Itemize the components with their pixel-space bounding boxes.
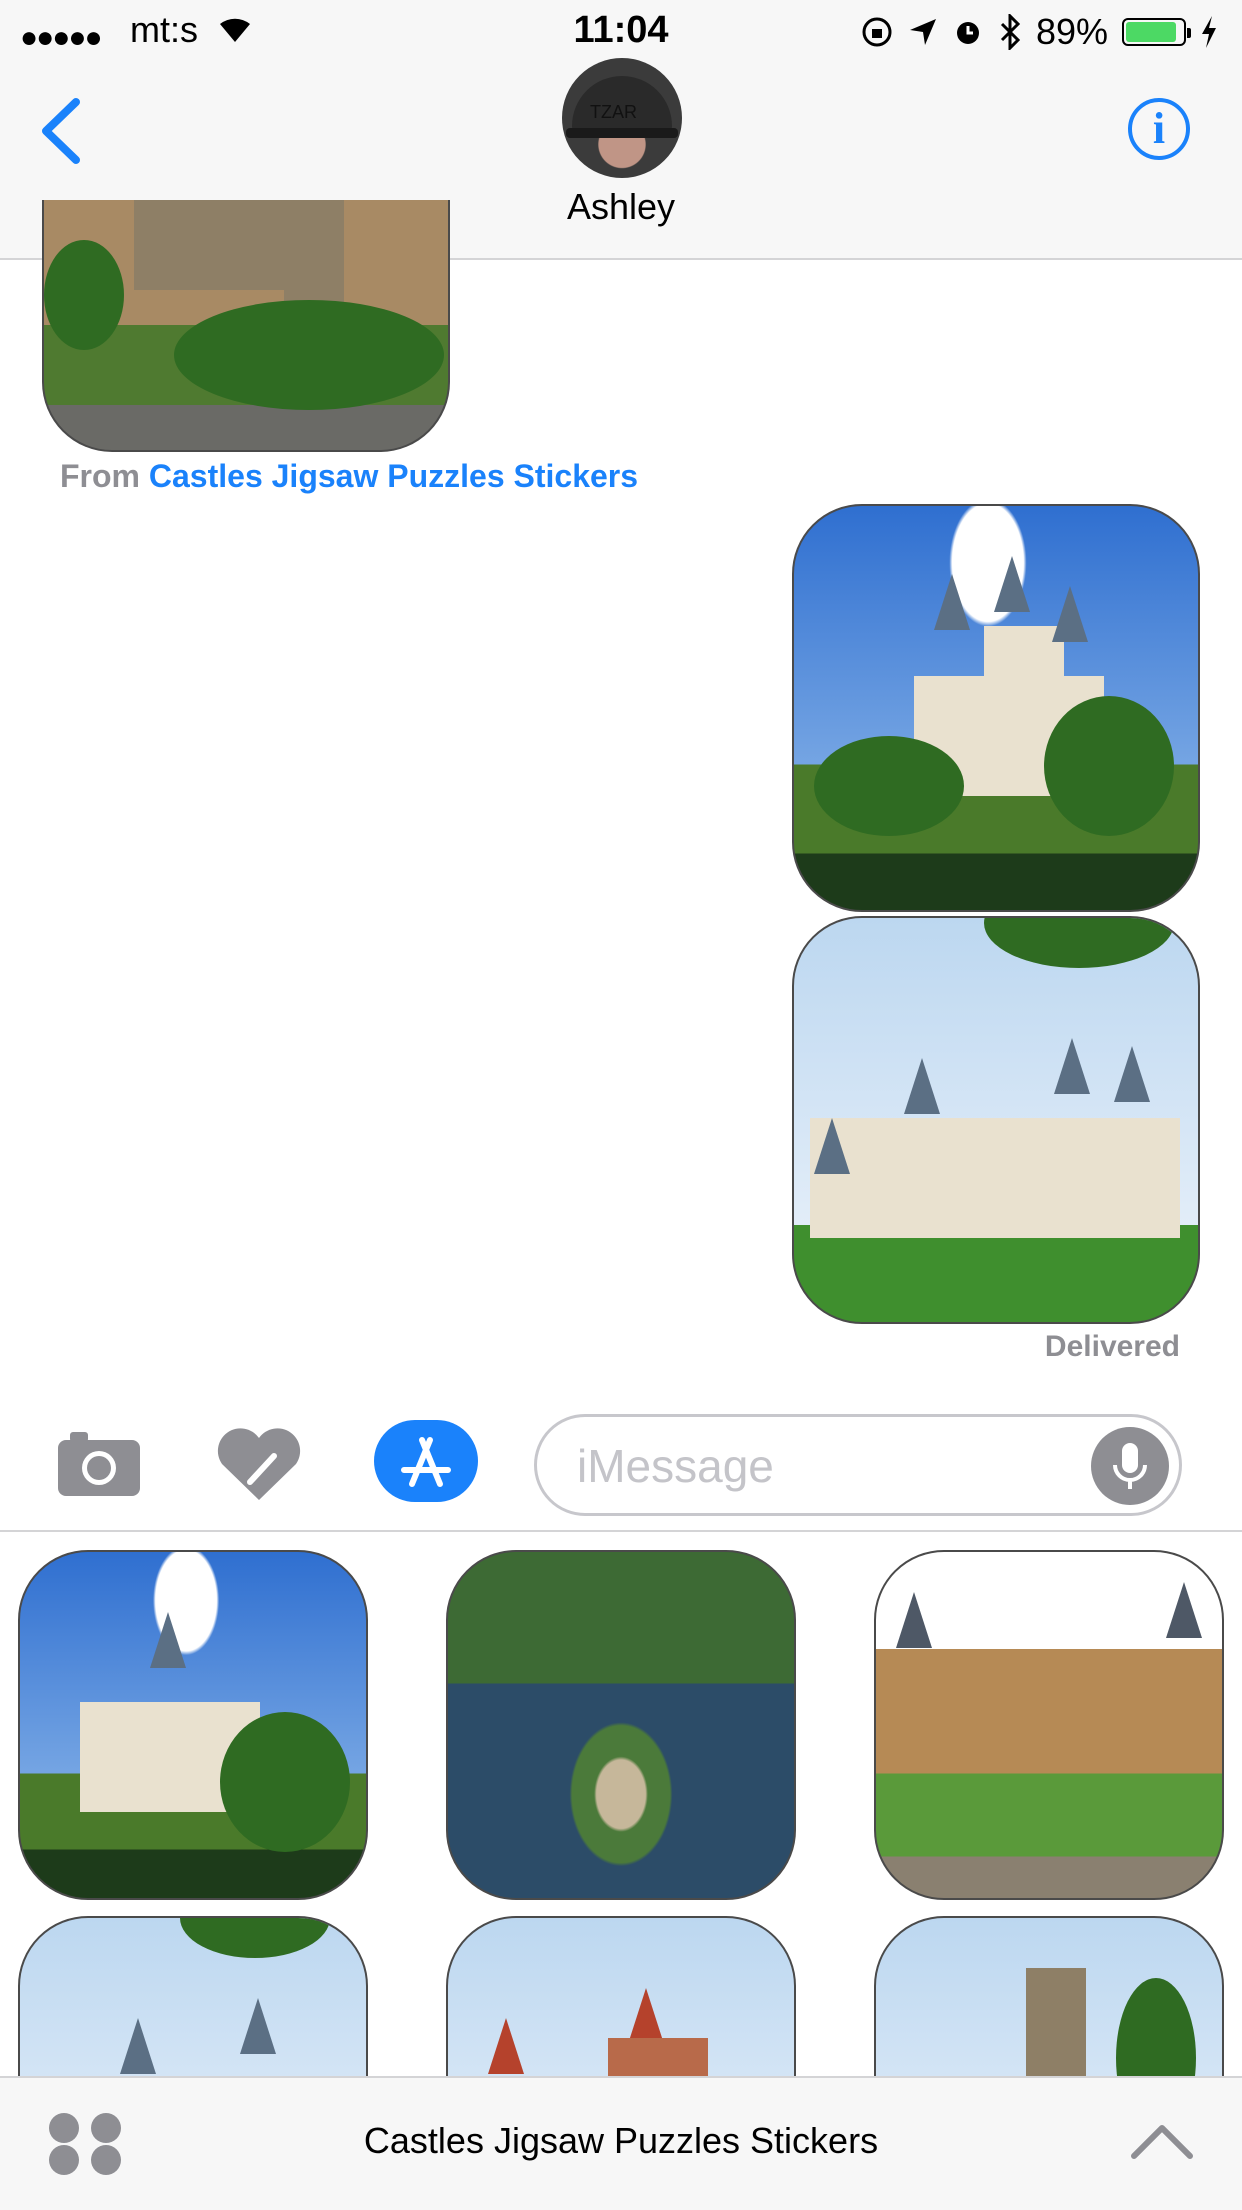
app-store-icon <box>401 1437 451 1487</box>
camera-icon <box>58 1432 140 1496</box>
drawer-sticker[interactable] <box>874 1550 1224 1900</box>
drawer-sticker[interactable] <box>18 1550 368 1900</box>
alarm-icon <box>956 22 979 44</box>
heart-icon <box>217 1428 301 1500</box>
charging-icon <box>1202 16 1216 48</box>
from-prefix: From <box>60 458 140 494</box>
avatar[interactable]: TZAR <box>562 58 682 178</box>
app-store-button[interactable] <box>374 1420 478 1502</box>
expand-drawer-button[interactable] <box>1130 2120 1194 2160</box>
drawer-sticker[interactable] <box>446 1916 796 2078</box>
avatar-cap: TZAR <box>572 76 672 134</box>
drawer-sticker[interactable] <box>18 1916 368 2078</box>
avatar-cap-brim <box>566 128 678 138</box>
drawer-sticker[interactable] <box>446 1550 796 1900</box>
from-app-link[interactable]: Castles Jigsaw Puzzles Stickers <box>149 458 638 494</box>
sent-sticker-castle-2[interactable] <box>792 916 1200 1324</box>
bluetooth-icon <box>1000 14 1021 50</box>
sticker-source: From Castles Jigsaw Puzzles Stickers <box>60 458 638 495</box>
status-bar: ●●●●● mt:s 11:04 89% <box>0 0 1242 60</box>
digital-touch-button[interactable] <box>216 1426 302 1502</box>
location-icon <box>909 19 936 45</box>
battery-percent: 89% <box>1035 11 1108 52</box>
delivered-status: Delivered <box>1044 1330 1180 1363</box>
sent-sticker-castle-1[interactable] <box>792 504 1200 912</box>
info-button[interactable]: i <box>1128 98 1190 160</box>
chevron-left-icon <box>42 98 80 164</box>
sticker-drawer <box>0 1530 1242 2078</box>
dictation-button[interactable] <box>1091 1427 1169 1505</box>
status-icons: 89% <box>860 10 1218 54</box>
avatar-cap-text: TZAR <box>590 102 637 122</box>
rotation-lock-icon <box>862 17 892 47</box>
back-button[interactable] <box>36 96 86 166</box>
battery-icon <box>1122 18 1191 46</box>
info-icon: i <box>1152 104 1166 153</box>
message-input[interactable] <box>575 1435 1079 1497</box>
camera-button[interactable] <box>56 1428 142 1498</box>
microphone-icon <box>1113 1443 1147 1489</box>
drawer-sticker[interactable] <box>874 1916 1224 2078</box>
sticker-pack-title: Castles Jigsaw Puzzles Stickers <box>363 2120 879 2161</box>
message-field[interactable] <box>534 1414 1182 1516</box>
chevron-up-icon <box>1131 2125 1193 2159</box>
received-sticker[interactable] <box>42 200 450 452</box>
